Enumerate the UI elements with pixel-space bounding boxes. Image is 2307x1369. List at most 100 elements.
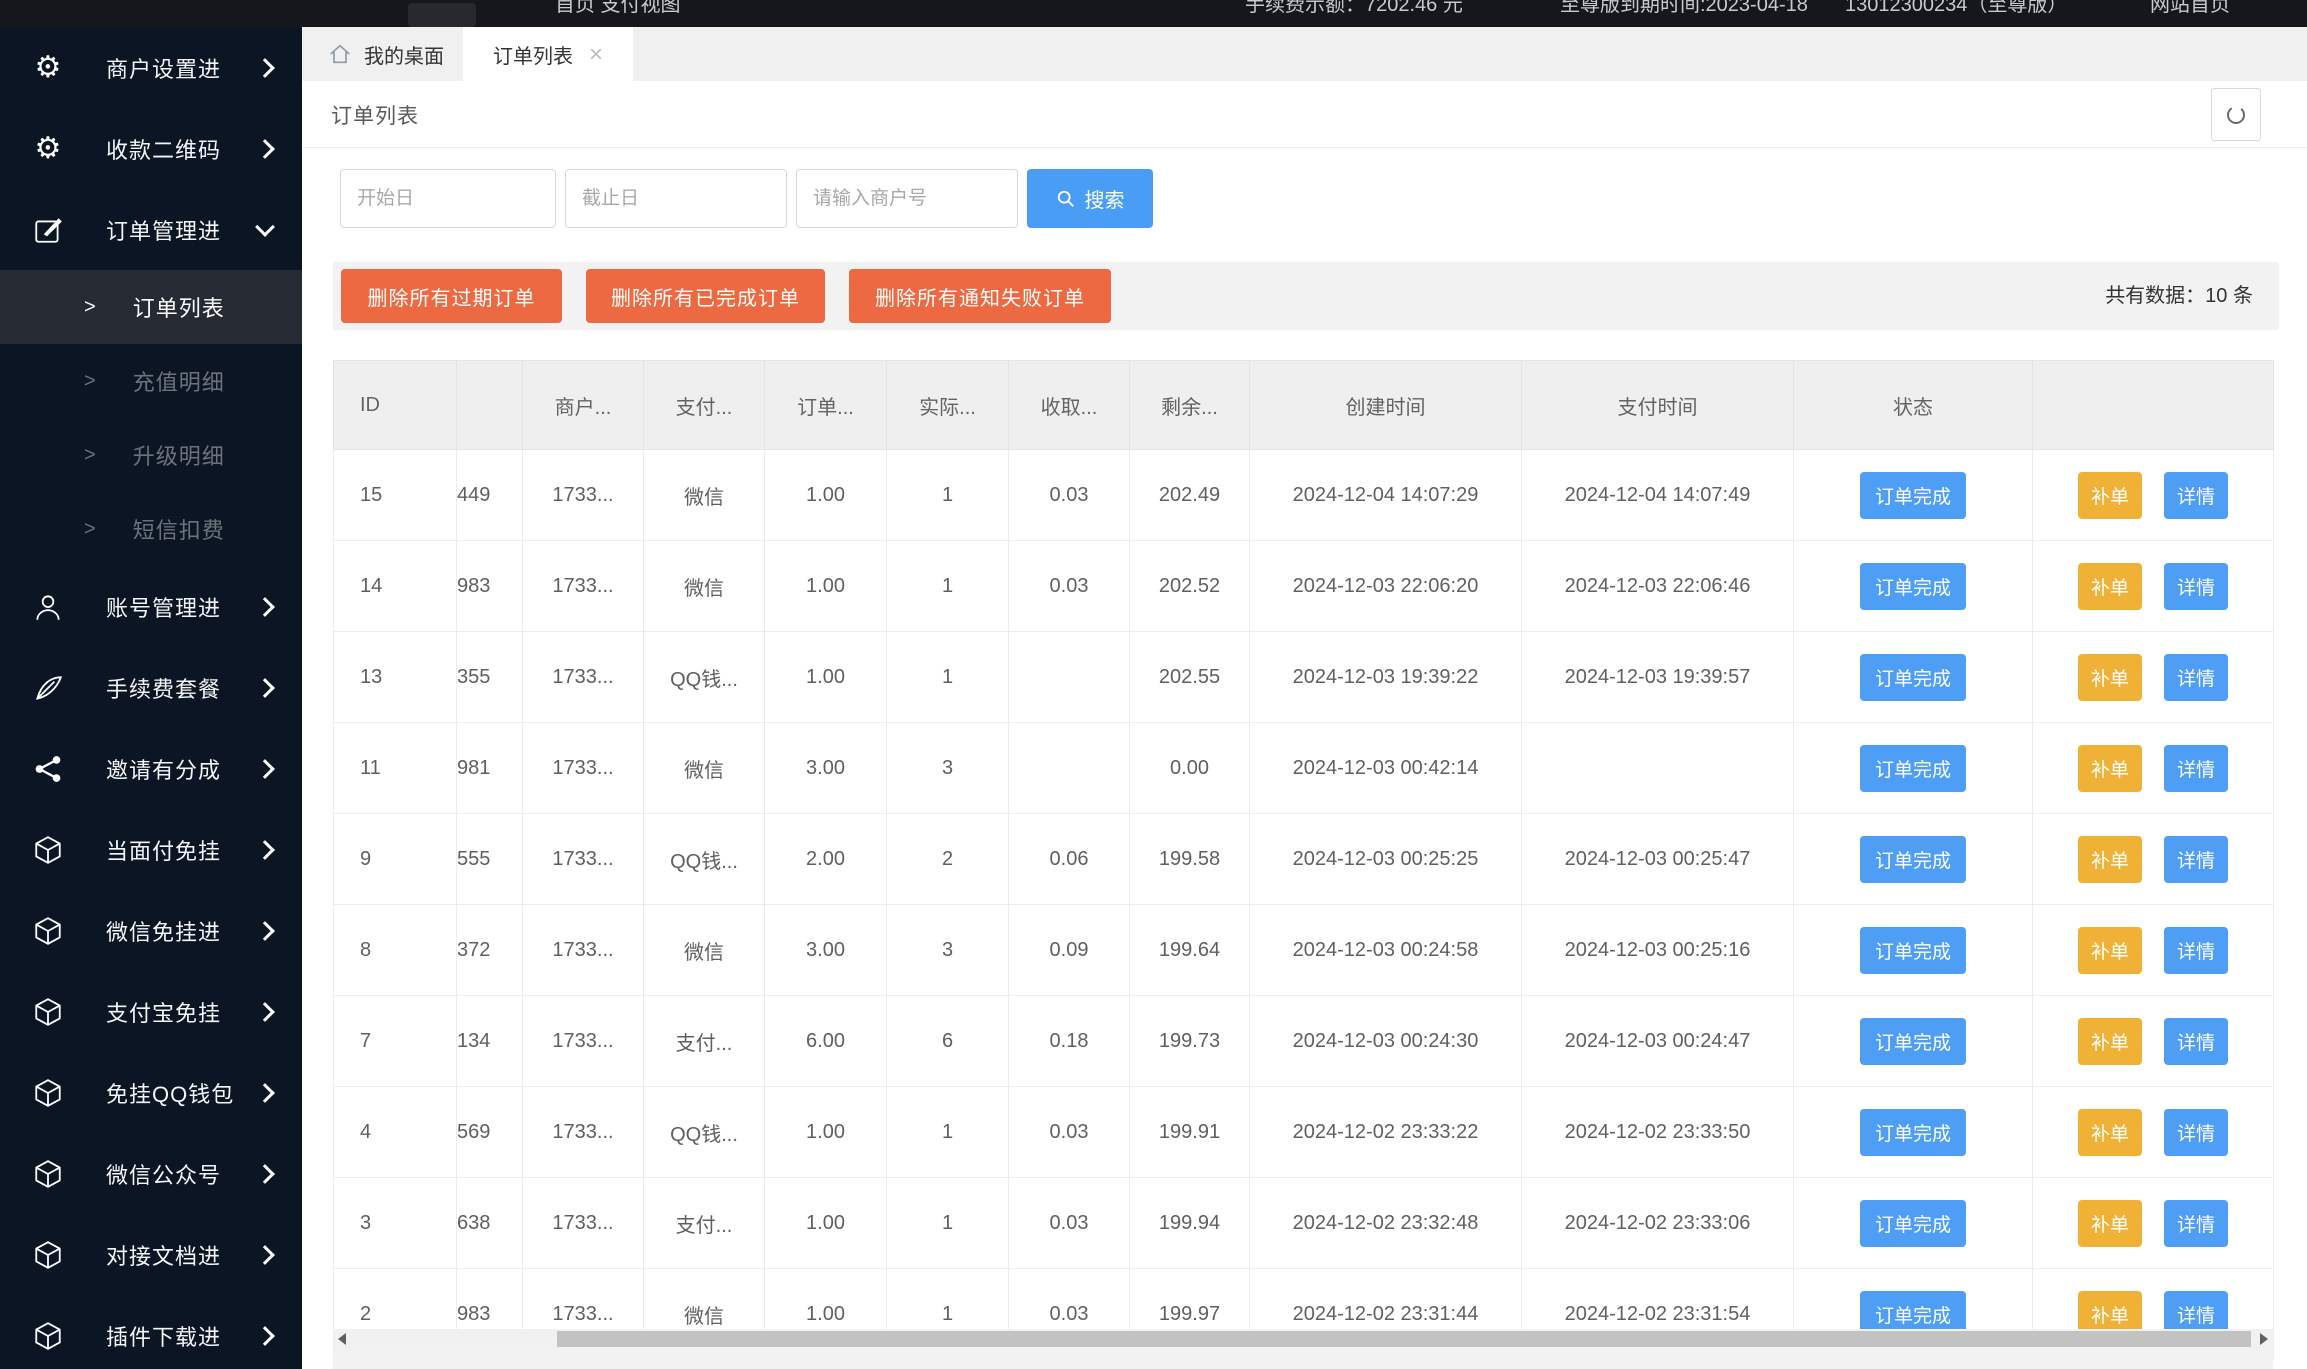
status-badge[interactable]: 订单完成: [1859, 835, 1966, 883]
page-title: 订单列表: [331, 105, 419, 128]
reissue-order-button[interactable]: 补单: [2077, 926, 2142, 974]
status-badge[interactable]: 订单完成: [1859, 744, 1966, 792]
cell-merchant: 1733...: [522, 631, 644, 723]
status-badge[interactable]: 订单完成: [1859, 1108, 1966, 1156]
delete-expired-orders-button[interactable]: 删除所有过期订单: [341, 269, 562, 323]
cell-merchant: 1733...: [522, 722, 644, 814]
topbar-account[interactable]: 13012300234（至尊版）: [1845, 0, 2067, 17]
cell-order_amt: 1.00: [764, 449, 887, 541]
cell-actions: 补单 详情: [2032, 631, 2274, 723]
search-button[interactable]: 搜索: [1027, 169, 1153, 228]
column-header-6: 收取...: [1008, 360, 1130, 450]
scroll-right-arrow-icon[interactable]: [2260, 1333, 2268, 1345]
sidebar-item-8[interactable]: 支付宝免挂: [0, 971, 302, 1052]
chevron-right-icon: [255, 920, 275, 941]
status-badge[interactable]: 订单完成: [1859, 1199, 1966, 1247]
status-badge[interactable]: 订单完成: [1859, 926, 1966, 974]
sidebar-item-1[interactable]: ⚙ 收款二维码: [0, 108, 302, 189]
order-detail-button[interactable]: 详情: [2164, 1108, 2229, 1156]
cell-status: 订单完成: [1793, 631, 2033, 723]
sidebar-item-3[interactable]: 账号管理进: [0, 566, 302, 647]
horizontal-scrollbar[interactable]: [333, 1329, 2273, 1349]
sidebar-subitem-2[interactable]: > 升级明细: [0, 418, 302, 492]
reissue-order-button[interactable]: 补单: [2077, 744, 2142, 792]
cell-fee: 0.06: [1008, 813, 1130, 905]
order-detail-button[interactable]: 详情: [2164, 744, 2229, 792]
sidebar-subitem-1[interactable]: > 充值明细: [0, 344, 302, 418]
status-badge[interactable]: 订单完成: [1859, 653, 1966, 701]
chevron-right-icon: [255, 758, 275, 779]
topbar: 首页 支付视图 手续费示额：7202.46 元 至尊版到期时间:2023-04-…: [0, 0, 2307, 27]
sidebar-item-5[interactable]: 邀请有分成: [0, 728, 302, 809]
search-button-label: 搜索: [1084, 190, 1125, 212]
status-badge[interactable]: 订单完成: [1859, 471, 1966, 519]
delete-completed-orders-button[interactable]: 删除所有已完成订单: [586, 269, 825, 323]
topbar-collapse-button[interactable]: [408, 3, 476, 27]
order-detail-button[interactable]: 详情: [2164, 471, 2229, 519]
status-badge[interactable]: 订单完成: [1859, 562, 1966, 610]
order-detail-button[interactable]: 详情: [2164, 926, 2229, 974]
delete-notify-failed-orders-button[interactable]: 删除所有通知失败订单: [849, 269, 1111, 323]
order-detail-button[interactable]: 详情: [2164, 562, 2229, 610]
sidebar-item-12[interactable]: 插件下载进: [0, 1295, 302, 1369]
order-detail-button[interactable]: 详情: [2164, 1017, 2229, 1065]
reissue-order-button[interactable]: 补单: [2077, 471, 2142, 519]
tab-my-desktop[interactable]: 我的桌面: [318, 27, 454, 81]
chevron-right-icon: [255, 1325, 275, 1346]
refresh-button[interactable]: [2211, 88, 2261, 141]
cell-created: 2024-12-03 19:39:22: [1249, 631, 1522, 723]
cell-paid: 2024-12-03 22:06:46: [1521, 540, 1794, 632]
cell-pay_type: 微信: [643, 722, 765, 814]
column-header-11: [2032, 360, 2274, 450]
scroll-left-arrow-icon[interactable]: [338, 1333, 346, 1345]
sidebar-item-6[interactable]: 当面付免挂: [0, 809, 302, 890]
feather-icon: [30, 670, 66, 706]
sidebar-item-2[interactable]: 订单管理进: [0, 189, 302, 270]
sidebar-item-0[interactable]: ⚙ 商户设置进: [0, 27, 302, 108]
table-row: 11 981 1733... 微信 3.00 3 0.00 2024-12-03 00:42:…: [333, 722, 2274, 814]
sidebar-item-11[interactable]: 对接文档进: [0, 1214, 302, 1295]
cell-actual_amt: 1: [886, 631, 1009, 723]
column-header-4: 订单...: [764, 360, 887, 450]
sidebar-item-9[interactable]: 免挂QQ钱包: [0, 1052, 302, 1133]
sidebar-item-label: 插件下载进: [106, 1324, 222, 1350]
sidebar-subitem-label: 充值明细: [132, 370, 225, 395]
order-detail-button[interactable]: 详情: [2164, 835, 2229, 883]
tab-order-list[interactable]: 订单列表 ×: [463, 27, 633, 82]
end-date-input[interactable]: [565, 169, 787, 228]
merchant-id-input[interactable]: [796, 169, 1018, 228]
sidebar-item-7[interactable]: 微信免挂进: [0, 890, 302, 971]
table-header-row: ID 商户... 支付... 订单... 实际... 收取... 剩余... 创建时间 支付时间…: [333, 360, 2274, 450]
cell-order_amt: 1.00: [764, 540, 887, 632]
sidebar-item-4[interactable]: 手续费套餐: [0, 647, 302, 728]
reissue-order-button[interactable]: 补单: [2077, 562, 2142, 610]
cell-id: 4: [333, 1086, 457, 1178]
sidebar-subitem-3[interactable]: > 短信扣费: [0, 492, 302, 566]
cell-actual_amt: 1: [886, 540, 1009, 632]
sidebar-item-10[interactable]: 微信公众号: [0, 1133, 302, 1214]
cell-created: 2024-12-04 14:07:29: [1249, 449, 1522, 541]
reissue-order-button[interactable]: 补单: [2077, 835, 2142, 883]
order-detail-button[interactable]: 详情: [2164, 1199, 2229, 1247]
cell-remain: 199.58: [1129, 813, 1250, 905]
total-count-label: 共有数据：10 条: [2105, 285, 2253, 307]
reissue-order-button[interactable]: 补单: [2077, 1017, 2142, 1065]
main-area: 我的桌面 订单列表 × 订单列表 搜索 删除所有过期订单 删除所有已完成订单 删…: [302, 27, 2307, 1369]
reissue-order-button[interactable]: 补单: [2077, 653, 2142, 701]
sidebar-subitem-0[interactable]: > 订单列表: [0, 270, 302, 344]
cell-order_amt: 1.00: [764, 1177, 887, 1269]
cell-pay_type: 微信: [643, 449, 765, 541]
close-icon[interactable]: ×: [589, 42, 603, 67]
topbar-site-home-link[interactable]: 网站首页: [2150, 0, 2230, 17]
start-date-input[interactable]: [340, 169, 556, 228]
cell-id: 13: [333, 631, 457, 723]
cell-status: 订单完成: [1793, 995, 2033, 1087]
cell-order_tail: 983: [456, 540, 523, 632]
topbar-nav[interactable]: 首页 支付视图: [555, 0, 681, 17]
scrollbar-thumb[interactable]: [557, 1331, 2251, 1347]
cell-pay_type: 微信: [643, 904, 765, 996]
reissue-order-button[interactable]: 补单: [2077, 1108, 2142, 1156]
reissue-order-button[interactable]: 补单: [2077, 1199, 2142, 1247]
status-badge[interactable]: 订单完成: [1859, 1017, 1966, 1065]
order-detail-button[interactable]: 详情: [2164, 653, 2229, 701]
